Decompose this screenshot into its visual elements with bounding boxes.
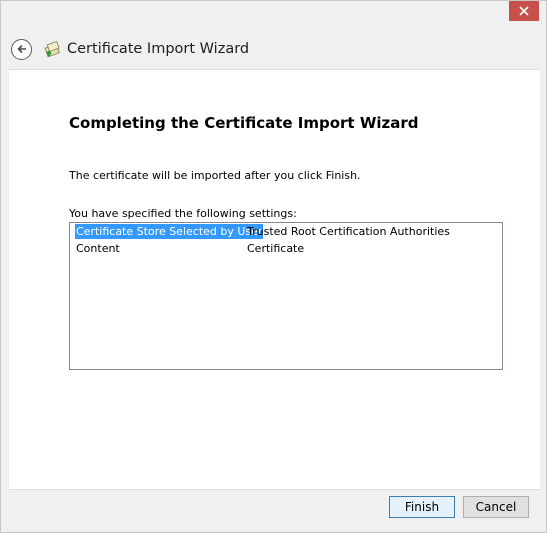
settings-list[interactable]: Certificate Store Selected by User Trust… [69, 222, 503, 370]
settings-row-content[interactable]: Content Certificate [70, 240, 502, 257]
page-heading: Completing the Certificate Import Wizard [69, 114, 419, 132]
settings-key[interactable]: Content [75, 241, 121, 256]
back-button[interactable] [11, 38, 32, 60]
settings-value: Certificate [247, 242, 305, 255]
content-panel: Completing the Certificate Import Wizard… [9, 69, 540, 489]
settings-key[interactable]: Certificate Store Selected by User [75, 224, 264, 239]
description-text: The certificate will be imported after y… [69, 169, 361, 182]
button-bar: Finish Cancel [9, 489, 540, 527]
cancel-button[interactable]: Cancel [463, 496, 529, 518]
wizard-window: Certificate Import Wizard Completing the… [0, 0, 547, 533]
settings-value: Trusted Root Certification Authorities [247, 225, 450, 238]
settings-label: You have specified the following setting… [69, 207, 297, 220]
settings-row-store[interactable]: Certificate Store Selected by User Trust… [70, 223, 502, 240]
wizard-header: Certificate Import Wizard [11, 37, 249, 61]
close-button[interactable] [509, 1, 539, 21]
finish-button[interactable]: Finish [389, 496, 455, 518]
wizard-title: Certificate Import Wizard [67, 41, 250, 57]
back-arrow-icon [16, 44, 26, 54]
close-icon [519, 6, 529, 16]
certificate-icon [44, 40, 60, 58]
